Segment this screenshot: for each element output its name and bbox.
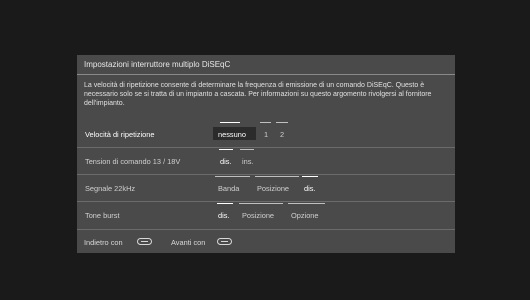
option-indicator — [219, 149, 233, 150]
option-indicator — [239, 203, 283, 204]
option-dis[interactable]: dis. — [304, 184, 316, 193]
option-dis[interactable]: dis. — [220, 157, 232, 166]
option-indicator — [217, 203, 233, 204]
row-label-tone-burst: Tone burst — [85, 211, 120, 220]
dialog-title: Impostazioni interruttore multiplo DiSEq… — [84, 60, 231, 69]
dialog-description: La velocità di ripetizione consente di d… — [84, 82, 432, 107]
forward-key-icon — [217, 238, 232, 245]
row-voltage[interactable]: Tension di comando 13 / 18V dis. ins. — [77, 148, 455, 174]
option-nessuno[interactable]: nessuno — [218, 130, 246, 139]
option-dis[interactable]: dis. — [218, 211, 230, 220]
option-indicator — [240, 149, 254, 150]
footer-divider — [77, 229, 455, 230]
row-repeat-rate[interactable]: Velocità di ripetizione nessuno 1 2 — [77, 121, 455, 147]
forward-hint: Avanti con — [171, 238, 206, 247]
row-22khz[interactable]: Segnale 22kHz Banda Posizione dis. — [77, 175, 455, 201]
option-posizione[interactable]: Posizione — [242, 211, 274, 220]
option-1[interactable]: 1 — [264, 130, 268, 139]
title-divider — [77, 74, 455, 75]
back-key-icon — [137, 238, 152, 245]
option-indicator — [302, 176, 318, 177]
option-banda[interactable]: Banda — [218, 184, 239, 193]
diseqc-dialog: Impostazioni interruttore multiplo DiSEq… — [77, 55, 455, 253]
row-label-repeat-rate: Velocità di ripetizione — [85, 130, 155, 139]
option-posizione[interactable]: Posizione — [257, 184, 289, 193]
row-label-voltage: Tension di comando 13 / 18V — [85, 157, 181, 166]
option-opzione[interactable]: Opzione — [291, 211, 319, 220]
option-indicator — [288, 203, 325, 204]
option-ins[interactable]: ins. — [242, 157, 254, 166]
option-indicator — [255, 176, 299, 177]
option-indicator — [260, 122, 271, 123]
back-hint: Indietro con — [84, 238, 123, 247]
row-tone-burst[interactable]: Tone burst dis. Posizione Opzione — [77, 202, 455, 228]
option-2[interactable]: 2 — [280, 130, 284, 139]
option-indicator — [220, 122, 240, 123]
row-label-22khz: Segnale 22kHz — [85, 184, 136, 193]
option-indicator — [276, 122, 288, 123]
option-indicator — [215, 176, 250, 177]
footer-hints: Indietro con Avanti con — [77, 233, 455, 253]
